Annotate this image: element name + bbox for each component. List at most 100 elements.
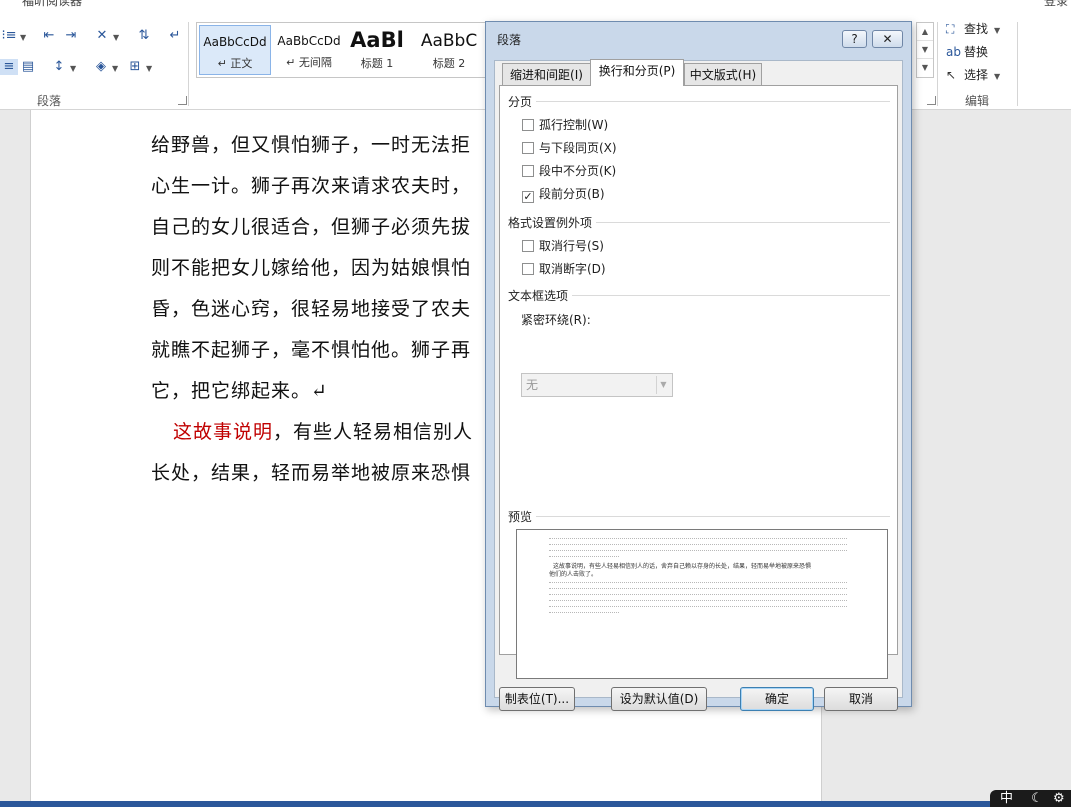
- decrease-indent-icon[interactable]: ⇤: [40, 28, 58, 44]
- paragraph-group-label: 段落: [37, 94, 62, 108]
- option-label: 取消断字(D): [539, 262, 606, 276]
- chevron-down-icon[interactable]: ▼: [20, 33, 26, 43]
- dont-hyphenate-option[interactable]: 取消断字(D): [522, 261, 606, 277]
- styles-gallery[interactable]: AaBbCcDd ↵ 正文 AaBbCcDd ↵ 无间隔 AaBl 标题 1 A…: [196, 22, 486, 78]
- select-button[interactable]: ↖ 选择 ▼: [946, 65, 1000, 85]
- style-sample: AaBbCcDd: [203, 35, 267, 49]
- dialog-body: 缩进和间距(I) 换行和分页(P) 中文版式(H) 分页 孤行控制(W) 与下段…: [494, 59, 903, 711]
- scroll-down-icon[interactable]: ▼: [917, 41, 933, 59]
- suppress-line-numbers-option[interactable]: 取消行号(S): [522, 238, 604, 254]
- widow-control-option[interactable]: 孤行控制(W): [522, 117, 608, 133]
- tabs-button[interactable]: 制表位(T)...: [499, 687, 575, 711]
- cancel-button[interactable]: 取消: [824, 687, 898, 711]
- option-label: 孤行控制(W): [539, 118, 609, 132]
- borders-icon[interactable]: ⊞: [126, 59, 144, 75]
- page-break-before-option[interactable]: ✓ 段前分页(B): [522, 186, 605, 203]
- preview-previous-paragraph: [549, 538, 847, 543]
- editing-group-label: 编辑: [965, 94, 990, 108]
- replace-icon: ab: [946, 45, 961, 59]
- style-normal[interactable]: AaBbCcDd ↵ 正文: [199, 25, 271, 75]
- scroll-up-icon[interactable]: ▲: [917, 23, 933, 41]
- preview-previous-paragraph: [549, 544, 847, 549]
- styles-gallery-scroll[interactable]: ▲ ▼ ▼: [916, 22, 934, 78]
- chevron-down-icon: ▼: [656, 376, 670, 394]
- keep-with-next-option[interactable]: 与下段同页(X): [522, 140, 617, 156]
- keep-lines-together-option[interactable]: 段中不分页(K): [522, 163, 616, 179]
- replace-label: 替换: [964, 45, 989, 59]
- line-spacing-icon[interactable]: ↕: [50, 59, 68, 75]
- document-line: 它，把它绑起来。↵: [151, 380, 328, 402]
- dont-hyphenate-checkbox[interactable]: [522, 263, 534, 275]
- document-line: 昏，色迷心窍，很轻易地接受了农夫: [151, 298, 472, 320]
- document-line: 自己的女儿很适合，但狮子必须先拔: [151, 216, 472, 238]
- preview-next-paragraph: [549, 588, 847, 593]
- justify-icon[interactable]: ≡: [0, 59, 18, 75]
- exceptions-heading: 格式设置例外项: [508, 214, 597, 231]
- preview-next-paragraph: [549, 600, 847, 605]
- chevron-down-icon: ▼: [994, 72, 1001, 81]
- multilevel-list-icon[interactable]: ⁝≡: [0, 28, 18, 44]
- chevron-down-icon[interactable]: ▼: [112, 64, 118, 74]
- preview-heading: 预览: [508, 508, 537, 525]
- tab-asian-typography[interactable]: 中文版式(H): [684, 63, 762, 87]
- find-button[interactable]: ⛶ 查找 ▼: [946, 19, 1000, 39]
- tight-wrap-label: 紧密环绕(R):: [521, 313, 591, 327]
- page-break-before-checkbox[interactable]: ✓: [522, 191, 534, 203]
- suppress-line-numbers-checkbox[interactable]: [522, 240, 534, 252]
- keep-with-next-checkbox[interactable]: [522, 142, 534, 154]
- group-separator: [937, 22, 938, 106]
- binoculars-icon: ⛶: [946, 22, 955, 36]
- style-name: ↵ 无间隔: [286, 56, 332, 69]
- moon-icon[interactable]: ☾: [1031, 791, 1043, 806]
- option-label: 与下段同页(X): [539, 141, 617, 155]
- style-sample: AaBl: [350, 28, 404, 52]
- tight-wrap-select[interactable]: 无 ▼: [521, 373, 673, 397]
- keep-lines-together-checkbox[interactable]: [522, 165, 534, 177]
- window-title: 福昕阅读器: [22, 0, 83, 8]
- chevron-down-icon[interactable]: ▼: [70, 64, 76, 74]
- increase-indent-icon[interactable]: ⇥: [62, 28, 80, 44]
- tab-line-page-breaks[interactable]: 换行和分页(P): [590, 59, 684, 86]
- style-heading-2[interactable]: AaBbC 标题 2: [413, 25, 485, 75]
- distributed-icon[interactable]: ▤: [19, 59, 37, 75]
- paragraph-dialog[interactable]: 段落 ? ✕ 缩进和间距(I) 换行和分页(P) 中文版式(H) 分页 孤行控制…: [485, 21, 912, 711]
- option-label: 段前分页(B): [539, 187, 605, 201]
- chevron-down-icon: ▼: [994, 26, 1001, 35]
- preview-next-paragraph: [549, 594, 847, 599]
- chevron-down-icon[interactable]: ▼: [146, 64, 152, 74]
- login-link[interactable]: 登录: [1044, 0, 1068, 8]
- show-marks-icon[interactable]: ↵: [166, 28, 184, 44]
- preview-sample-text: 这故事说明，有些人轻易相信别人的话，舍弃自己赖以存身的长处，结果，轻而易举地被原…: [553, 563, 812, 570]
- settings-icon[interactable]: ⚙: [1053, 791, 1065, 806]
- document-line: 就瞧不起狮子，毫不惧怕他。狮子再: [151, 339, 472, 361]
- replace-button[interactable]: ab 替换: [946, 42, 988, 62]
- preview-pane: 这故事说明，有些人轻易相信别人的话，舍弃自己赖以存身的长处，结果，轻而易举地被原…: [516, 529, 888, 679]
- preview-next-paragraph: [549, 582, 847, 587]
- ok-button[interactable]: 确定: [740, 687, 814, 711]
- ime-indicator[interactable]: 中: [1000, 791, 1013, 806]
- sort-icon[interactable]: ⇅: [135, 28, 153, 44]
- paragraph-dialog-launcher-icon[interactable]: [178, 96, 187, 105]
- chinese-layout-icon[interactable]: ✕: [93, 28, 111, 44]
- moral-text: ，有些人轻易相信别人: [273, 421, 474, 443]
- select-label: 选择: [964, 68, 989, 82]
- chevron-down-icon[interactable]: ▼: [113, 33, 119, 43]
- option-label: 取消行号(S): [539, 239, 604, 253]
- preview-next-paragraph: [549, 612, 619, 617]
- set-default-button[interactable]: 设为默认值(D): [611, 687, 707, 711]
- document-line-moral: 这故事说明，有些人轻易相信别人: [173, 417, 473, 444]
- shading-icon[interactable]: ◈: [92, 59, 110, 75]
- style-no-spacing[interactable]: AaBbCcDd ↵ 无间隔: [273, 25, 345, 75]
- system-tray[interactable]: 中 ☾ ⚙: [990, 790, 1071, 807]
- group-separator: [1017, 22, 1018, 106]
- styles-dialog-launcher-icon[interactable]: [927, 96, 936, 105]
- gallery-more-icon[interactable]: ▼: [917, 59, 933, 77]
- style-heading-1[interactable]: AaBl 标题 1: [345, 25, 409, 75]
- tab-indents-spacing[interactable]: 缩进和间距(I): [502, 63, 591, 87]
- style-name: 标题 2: [432, 57, 466, 70]
- help-button[interactable]: ?: [842, 30, 867, 48]
- tight-wrap-value: 无: [526, 378, 539, 392]
- textbox-heading: 文本框选项: [508, 287, 573, 304]
- close-button[interactable]: ✕: [872, 30, 903, 48]
- widow-control-checkbox[interactable]: [522, 119, 534, 131]
